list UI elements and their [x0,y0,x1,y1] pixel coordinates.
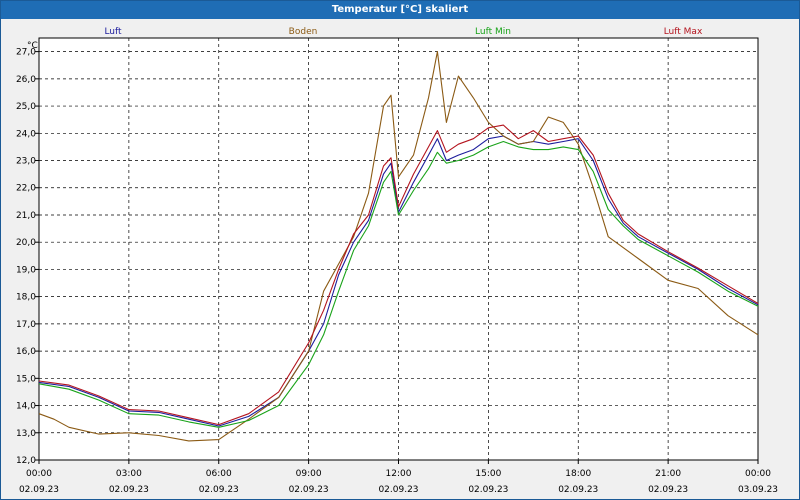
y-tick-label: 18,0 [16,293,36,303]
y-tick-label: 14,0 [16,402,36,412]
temperature-chart: 12,0 13,0 14,0 15,0 16,0 17,0 18,0 19,0 20,0 21,0… [16,27,778,495]
legend-entry: Luft Min [475,27,511,37]
x-tick-date: 02.09.23 [468,485,508,495]
x-tick-date: 02.09.23 [289,485,329,495]
x-tick-date: 02.09.23 [109,485,149,495]
y-tick-label: 17,0 [16,320,36,330]
x-tick-date: 02.09.23 [378,485,418,495]
y-tick-label: 23,0 [16,157,36,167]
y-tick-label: 24,0 [16,129,36,139]
legend-entry: Boden [289,27,318,37]
x-tick-time: 00:00 [745,469,771,479]
x-tick-date: 02.09.23 [19,485,59,495]
legend-entry: Luft Max [664,27,703,37]
legend-entry: Luft [104,27,122,37]
y-tick-label: 16,0 [16,347,36,357]
y-tick-label: 15,0 [16,374,36,384]
y-axis-unit: °C [27,41,38,51]
x-tick-time: 06:00 [206,469,232,479]
x-tick-time: 15:00 [475,469,501,479]
y-tick-label: 13,0 [16,429,36,439]
x-tick-date: 02.09.23 [199,485,239,495]
y-tick-label: 25,0 [16,102,36,112]
y-tick-label: 20,0 [16,238,36,248]
x-tick-date: 02.09.23 [558,485,598,495]
y-tick-label: 22,0 [16,184,36,194]
legend: Luft Boden Luft Min Luft Max [104,27,703,37]
x-tick-time: 12:00 [386,469,412,479]
x-tick-time: 18:00 [565,469,591,479]
x-tick-date: 02.09.23 [648,485,688,495]
x-tick-time: 00:00 [26,469,52,479]
y-tick-label: 26,0 [16,75,36,85]
x-tick-time: 21:00 [655,469,681,479]
x-tick-time: 09:00 [296,469,322,479]
x-tick-time: 03:00 [116,469,142,479]
x-tick-date: 03.09.23 [738,485,778,495]
y-tick-label: 19,0 [16,265,36,275]
y-tick-label: 12,0 [16,456,36,466]
y-tick-label: 21,0 [16,211,36,221]
